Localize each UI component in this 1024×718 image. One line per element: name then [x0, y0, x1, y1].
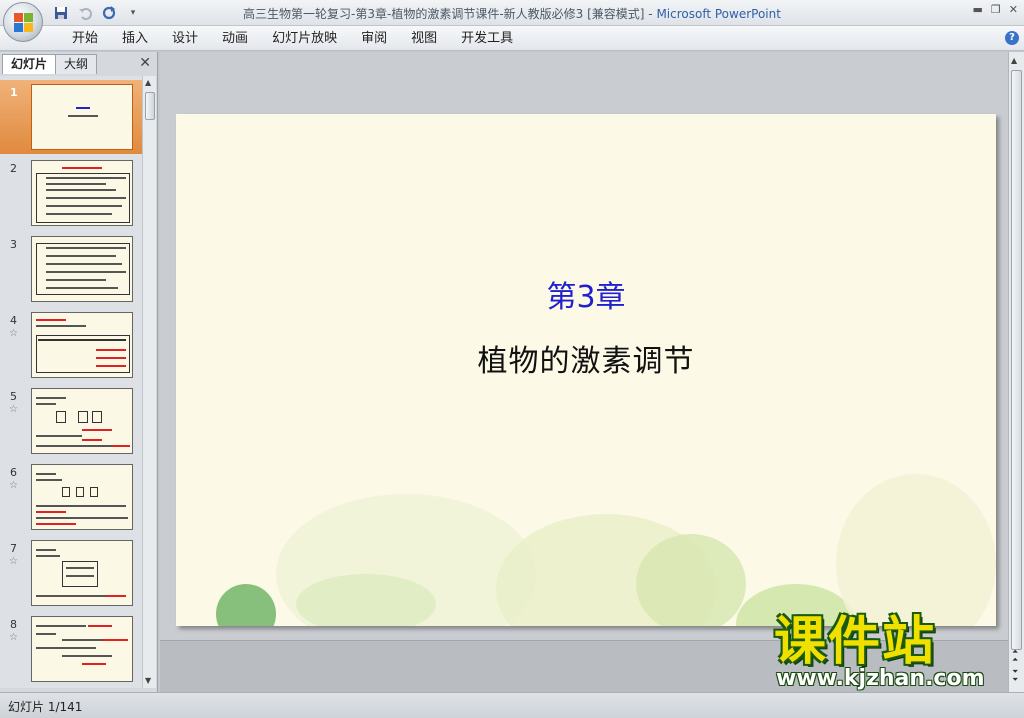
animation-star-icon: ☆: [9, 480, 18, 491]
watermark-logo: 课件站 www.kjzhan.com: [768, 614, 1008, 694]
animation-star-icon: ☆: [9, 556, 18, 567]
tab-review[interactable]: 审阅: [349, 31, 399, 47]
scroll-down-icon[interactable]: ▼: [145, 676, 151, 685]
slide-number: 1: [10, 86, 18, 99]
document-title: 高三生物第一轮复习-第3章-植物的激素调节课件-新人教版必修3 [兼容模式]: [243, 7, 645, 21]
slide-thumbnails: 1 2 3 4 ☆ 5 ☆ 6 ☆ 7 ☆ 8 ☆: [0, 76, 142, 688]
tab-slideshow[interactable]: 幻灯片放映: [260, 31, 349, 47]
watermark-text: 课件站: [774, 612, 937, 672]
ribbon-tabs: 开始 插入 设计 动画 幻灯片放映 审阅 视图 开发工具 ?: [0, 26, 1024, 51]
previous-slide-icon[interactable]: ⏶ ⏶: [1012, 648, 1018, 664]
scroll-up-icon[interactable]: ▲: [1011, 56, 1017, 65]
slide-number: 2: [10, 162, 17, 175]
slides-panel: 幻灯片 大纲 ✕ 1 2 3 4 ☆ 5 ☆ 6 ☆ 7 ☆ 8 ☆ ▲ ▼: [0, 52, 158, 692]
background-land: [216, 584, 276, 626]
title-separator: -: [644, 7, 657, 21]
slide-preview: [31, 616, 133, 682]
slide-thumb-2[interactable]: 2: [0, 156, 142, 230]
slide-thumb-3[interactable]: 3: [0, 232, 142, 306]
animation-star-icon: ☆: [9, 632, 18, 643]
slide-thumb-7[interactable]: 7 ☆: [0, 536, 142, 610]
tab-home[interactable]: 开始: [60, 31, 110, 47]
menu: 开始 插入 设计 动画 幻灯片放映 审阅 视图 开发工具: [60, 31, 525, 47]
slide-preview: [31, 84, 133, 150]
restore-icon[interactable]: ❐: [991, 3, 1001, 16]
slide-subtitle[interactable]: 植物的激素调节: [176, 336, 996, 380]
office-button[interactable]: [3, 2, 43, 42]
thumbnails-scrollbar[interactable]: ▲ ▼: [142, 76, 156, 688]
window-controls: ▬ ❐ ✕: [973, 3, 1019, 16]
panel-tabs: 幻灯片 大纲: [2, 54, 98, 74]
background-land: [836, 474, 996, 626]
slide-editor: 第3章 植物的激素调节: [160, 52, 1008, 692]
minimize-icon[interactable]: ▬: [973, 3, 983, 16]
slide-thumb-1[interactable]: 1: [0, 80, 142, 154]
close-panel-icon[interactable]: ✕: [139, 55, 151, 71]
office-logo-icon: [14, 13, 34, 33]
status-bar: 幻灯片 1/141: [0, 692, 1024, 718]
slide-thumb-4[interactable]: 4 ☆: [0, 308, 142, 382]
slide-number: 5: [10, 390, 17, 403]
background-land: [296, 574, 436, 626]
slide-thumb-6[interactable]: 6 ☆: [0, 460, 142, 534]
slide-number: 4: [10, 314, 17, 327]
tab-animations[interactable]: 动画: [210, 31, 260, 47]
slide-preview: [31, 540, 133, 606]
slide-preview: [31, 388, 133, 454]
tab-design[interactable]: 设计: [160, 31, 210, 47]
background-land: [636, 534, 746, 626]
slide-scrollbar[interactable]: ▲ ⏶ ⏶ ⏷ ⏷: [1008, 52, 1024, 692]
tab-outline[interactable]: 大纲: [55, 54, 98, 74]
slide-thumb-8[interactable]: 8 ☆: [0, 612, 142, 686]
scroll-up-icon[interactable]: ▲: [145, 78, 151, 87]
slide-canvas[interactable]: 第3章 植物的激素调节: [176, 114, 996, 626]
help-icon[interactable]: ?: [1005, 31, 1019, 45]
scroll-thumb[interactable]: [145, 92, 155, 120]
tab-developer[interactable]: 开发工具: [449, 31, 525, 47]
slide-number: 8: [10, 618, 17, 631]
animation-star-icon: ☆: [9, 328, 18, 339]
window-title: 高三生物第一轮复习-第3章-植物的激素调节课件-新人教版必修3 [兼容模式] -…: [0, 5, 1024, 22]
app-name: Microsoft PowerPoint: [656, 7, 781, 21]
animation-star-icon: ☆: [9, 404, 18, 415]
close-icon[interactable]: ✕: [1009, 3, 1018, 16]
title-bar: ▾ 高三生物第一轮复习-第3章-植物的激素调节课件-新人教版必修3 [兼容模式]…: [0, 0, 1024, 42]
slide-preview: [31, 236, 133, 302]
slide-title[interactable]: 第3章: [176, 272, 996, 316]
scroll-thumb[interactable]: [1011, 70, 1022, 650]
slide-number: 7: [10, 542, 17, 555]
slide-preview: [31, 312, 133, 378]
tab-insert[interactable]: 插入: [110, 31, 160, 47]
next-slide-icon[interactable]: ⏷ ⏷: [1012, 668, 1018, 684]
slide-preview: [31, 160, 133, 226]
slide-count-status: 幻灯片 1/141: [8, 700, 83, 714]
watermark-url: www.kjzhan.com: [776, 666, 985, 691]
slide-number: 6: [10, 466, 17, 479]
slide-thumb-5[interactable]: 5 ☆: [0, 384, 142, 458]
tab-slides[interactable]: 幻灯片: [2, 54, 57, 74]
slide-number: 3: [10, 238, 17, 251]
slide-preview: [31, 464, 133, 530]
tab-view[interactable]: 视图: [399, 31, 449, 47]
